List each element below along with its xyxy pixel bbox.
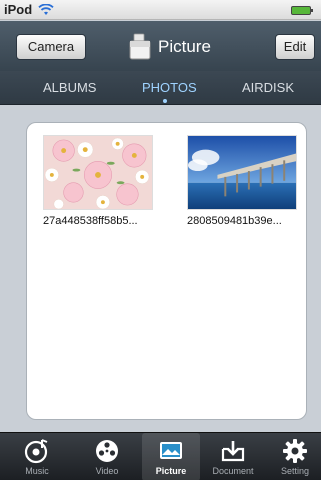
photo-caption: 27a448538ff58b5...	[43, 215, 138, 227]
tabbar-item-picture[interactable]: Picture	[142, 433, 200, 480]
bottom-tab-bar: Music Video Picture Document Setting	[0, 432, 321, 480]
picture-folder-icon	[129, 33, 151, 60]
photo-thumbnail-pier[interactable]	[187, 135, 297, 210]
nav-title-group: Picture	[128, 32, 211, 62]
tab-albums[interactable]: ALBUMS	[43, 80, 96, 95]
wifi-icon	[38, 4, 54, 15]
nav-bar: Camera Picture Edit	[0, 21, 321, 71]
photo-thumbnail-flowers[interactable]	[43, 135, 153, 210]
photo-item[interactable]: 2808509481b39e...	[187, 135, 297, 227]
battery-icon	[291, 6, 313, 15]
selected-tab-indicator	[163, 99, 167, 103]
document-download-icon	[221, 441, 245, 462]
photo-caption: 2808509481b39e...	[187, 215, 282, 227]
tab-airdisk[interactable]: AIRDISK	[242, 80, 294, 95]
tabbar-label: Picture	[155, 466, 187, 476]
tabbar-label: Setting	[280, 466, 310, 476]
video-reel-icon	[96, 440, 118, 462]
page-title: Picture	[158, 37, 211, 56]
main-area: 27a448538ff58b5... 2808509481b39e...	[0, 106, 321, 432]
edit-button[interactable]: Edit	[275, 34, 315, 60]
carrier-label: iPod	[4, 2, 33, 17]
tab-photos[interactable]: PHOTOS	[142, 80, 197, 95]
status-bar: iPod	[0, 0, 321, 20]
segment-bar: ALBUMS PHOTOS AIRDISK	[0, 71, 321, 105]
tabbar-item-document[interactable]: Document	[204, 433, 262, 480]
tabbar-item-video[interactable]: Video	[78, 433, 136, 480]
music-icon	[24, 439, 48, 464]
picture-icon	[160, 442, 182, 459]
tabbar-label: Document	[212, 466, 254, 476]
gear-icon	[283, 439, 307, 463]
photo-item[interactable]: 27a448538ff58b5...	[43, 135, 153, 227]
tabbar-item-music[interactable]: Music	[8, 433, 66, 480]
tabbar-item-setting[interactable]: Setting	[266, 433, 321, 480]
camera-button[interactable]: Camera	[16, 34, 86, 60]
photo-grid-panel: 27a448538ff58b5... 2808509481b39e...	[26, 122, 307, 420]
tabbar-label: Music	[25, 466, 49, 476]
tabbar-label: Video	[95, 466, 119, 476]
